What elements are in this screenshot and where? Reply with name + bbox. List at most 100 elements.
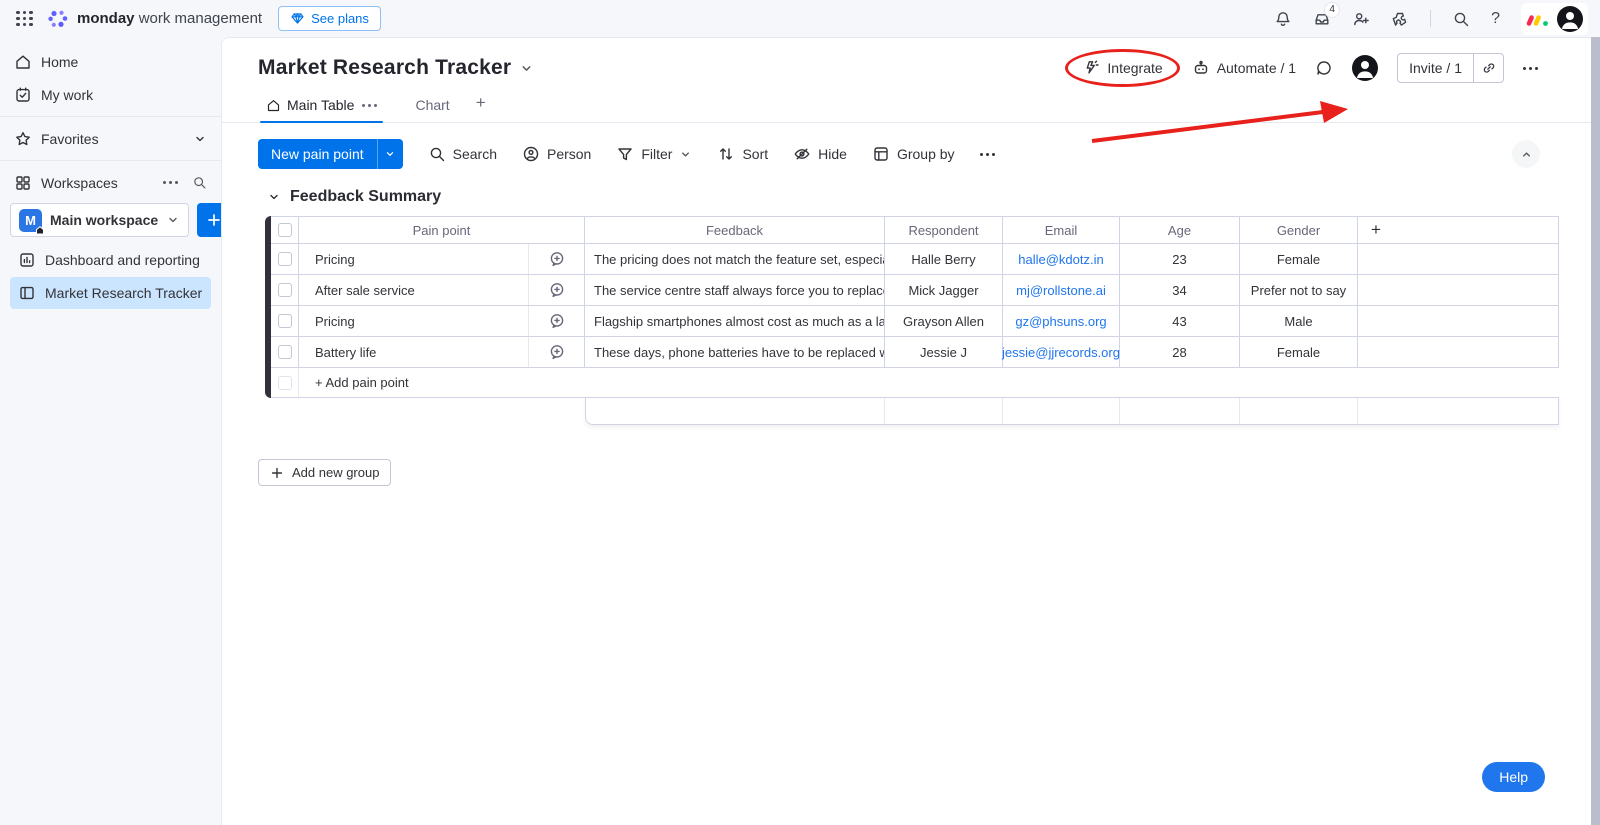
sidebar-item-dashboard-and-reporting[interactable]: Dashboard and reporting bbox=[10, 244, 211, 276]
search-icon[interactable] bbox=[1452, 10, 1470, 28]
see-plans-button[interactable]: See plans bbox=[278, 6, 381, 31]
pain-point-cell[interactable]: Battery life bbox=[299, 337, 529, 367]
email-cell[interactable]: jessie@jjrecords.org bbox=[1003, 337, 1120, 367]
help-button[interactable]: Help bbox=[1482, 762, 1545, 792]
respondent-cell[interactable]: Grayson Allen bbox=[885, 306, 1003, 336]
chevron-down-icon bbox=[384, 148, 396, 160]
product-switcher-icon[interactable] bbox=[16, 11, 33, 27]
pain-point-cell[interactable]: Pricing bbox=[299, 306, 529, 336]
pain-point-cell[interactable]: After sale service bbox=[299, 275, 529, 305]
toolbar-hide[interactable]: Hide bbox=[793, 145, 847, 163]
add-column-button[interactable]: + bbox=[1358, 217, 1559, 243]
gender-cell[interactable]: Female bbox=[1240, 244, 1358, 274]
add-update-cell[interactable] bbox=[529, 244, 585, 274]
toolbar-person[interactable]: Person bbox=[522, 145, 591, 163]
respondent-cell[interactable]: Halle Berry bbox=[885, 244, 1003, 274]
feedback-cell[interactable]: These days, phone batteries have to be r… bbox=[585, 337, 885, 367]
workspace-selector[interactable]: M Main workspace bbox=[10, 203, 189, 237]
board-options-menu-icon[interactable] bbox=[1523, 67, 1538, 70]
row-checkbox[interactable] bbox=[278, 314, 292, 328]
age-cell[interactable]: 34 bbox=[1120, 275, 1240, 305]
link-icon bbox=[1481, 60, 1497, 76]
sidebar-workspaces-header[interactable]: Workspaces bbox=[0, 166, 221, 199]
monday-mark-icon[interactable] bbox=[1526, 8, 1550, 30]
pain-point-cell[interactable]: Pricing bbox=[299, 244, 529, 274]
column-header-email[interactable]: Email bbox=[1003, 217, 1120, 243]
invite-members-icon[interactable] bbox=[1352, 10, 1370, 28]
brand[interactable]: monday work management bbox=[47, 9, 262, 29]
group-by-icon bbox=[872, 145, 890, 163]
email-cell[interactable]: halle@kdotz.in bbox=[1003, 244, 1120, 274]
row-checkbox[interactable] bbox=[278, 252, 292, 266]
inbox-tray-icon[interactable]: 4 bbox=[1313, 10, 1331, 28]
add-update-cell[interactable] bbox=[529, 337, 585, 367]
sidebar-item-home[interactable]: Home bbox=[0, 45, 221, 78]
collapse-header-button[interactable] bbox=[1512, 140, 1540, 168]
sidebar-item-favorites[interactable]: Favorites bbox=[0, 122, 221, 155]
gender-cell[interactable]: Female bbox=[1240, 337, 1358, 367]
age-cell[interactable]: 28 bbox=[1120, 337, 1240, 367]
add-pain-point-button[interactable]: + Add pain point bbox=[299, 368, 1559, 397]
user-avatar[interactable] bbox=[1557, 6, 1583, 32]
row-checkbox[interactable] bbox=[278, 345, 292, 359]
notifications-bell-icon[interactable] bbox=[1274, 10, 1292, 28]
gender-cell[interactable]: Prefer not to say bbox=[1240, 275, 1358, 305]
add-new-group-button[interactable]: Add new group bbox=[258, 459, 391, 486]
sidebar-item-market-research-tracker[interactable]: Market Research Tracker bbox=[10, 277, 211, 309]
email-cell[interactable]: gz@phsuns.org bbox=[1003, 306, 1120, 336]
gender-cell[interactable]: Male bbox=[1240, 306, 1358, 336]
feedback-cell[interactable]: The pricing does not match the feature s… bbox=[585, 244, 885, 274]
column-header-feedback[interactable]: Feedback bbox=[585, 217, 885, 243]
new-item-dropdown[interactable] bbox=[377, 139, 403, 169]
chevron-down-icon bbox=[679, 148, 692, 161]
apps-marketplace-icon[interactable] bbox=[1391, 10, 1409, 28]
select-all-checkbox[interactable] bbox=[278, 223, 292, 237]
feedback-cell[interactable]: The service centre staff always force yo… bbox=[585, 275, 885, 305]
board-chat-button[interactable] bbox=[1315, 59, 1333, 77]
group-title-row[interactable]: Feedback Summary bbox=[267, 188, 1600, 206]
email-cell[interactable]: mj@rollstone.ai bbox=[1003, 275, 1120, 305]
scrollbar-thumb[interactable] bbox=[1591, 37, 1600, 825]
add-view-button[interactable]: + bbox=[458, 93, 496, 122]
sidebar-item-my-work[interactable]: My work bbox=[0, 78, 221, 111]
toolbar-sort[interactable]: Sort bbox=[717, 145, 768, 163]
age-cell[interactable]: 23 bbox=[1120, 244, 1240, 274]
new-item-button[interactable]: New pain point bbox=[258, 139, 403, 169]
integrate-button[interactable]: Integrate bbox=[1072, 53, 1172, 83]
respondent-cell[interactable]: Jessie J bbox=[885, 337, 1003, 367]
tab-main-table[interactable]: Main Table bbox=[258, 95, 385, 122]
add-update-cell[interactable] bbox=[529, 275, 585, 305]
feedback-cell[interactable]: Flagship smartphones almost cost as much… bbox=[585, 306, 885, 336]
row-checkbox[interactable] bbox=[278, 283, 292, 297]
group-collapse-chevron-icon[interactable] bbox=[267, 190, 281, 204]
copy-board-link-button[interactable] bbox=[1473, 54, 1503, 82]
tab-menu-icon[interactable] bbox=[362, 104, 377, 107]
board-title-menu[interactable]: Market Research Tracker bbox=[258, 56, 534, 80]
workspaces-search-icon[interactable] bbox=[192, 175, 207, 190]
summary-cell bbox=[586, 398, 885, 424]
dashboard-icon bbox=[18, 251, 36, 269]
toolbar-group-by[interactable]: Group by bbox=[872, 145, 955, 163]
automate-button[interactable]: Automate / 1 bbox=[1192, 59, 1296, 77]
help-question-icon[interactable]: ? bbox=[1491, 10, 1500, 28]
column-header-gender[interactable]: Gender bbox=[1240, 217, 1358, 243]
column-header-pain-point[interactable]: Pain point bbox=[299, 217, 585, 243]
column-header-respondent[interactable]: Respondent bbox=[885, 217, 1003, 243]
workspaces-menu-icon[interactable] bbox=[163, 181, 178, 184]
table-row: After sale service The service centre st… bbox=[271, 275, 1559, 306]
toolbar-search-label: Search bbox=[453, 146, 497, 162]
toolbar-filter[interactable]: Filter bbox=[616, 145, 692, 163]
plus-icon bbox=[270, 466, 284, 480]
column-header-age[interactable]: Age bbox=[1120, 217, 1240, 243]
toolbar-more-menu-icon[interactable] bbox=[980, 153, 995, 156]
respondent-cell[interactable]: Mick Jagger bbox=[885, 275, 1003, 305]
tab-chart-label: Chart bbox=[415, 97, 449, 113]
toolbar-search[interactable]: Search bbox=[428, 145, 497, 163]
add-update-cell[interactable] bbox=[529, 306, 585, 336]
invite-button[interactable]: Invite / 1 bbox=[1398, 54, 1473, 82]
board-member-avatar[interactable] bbox=[1352, 55, 1378, 81]
tab-chart[interactable]: Chart bbox=[407, 95, 457, 122]
summary-cell bbox=[1003, 398, 1120, 424]
age-cell[interactable]: 43 bbox=[1120, 306, 1240, 336]
select-all-cell bbox=[271, 217, 299, 243]
